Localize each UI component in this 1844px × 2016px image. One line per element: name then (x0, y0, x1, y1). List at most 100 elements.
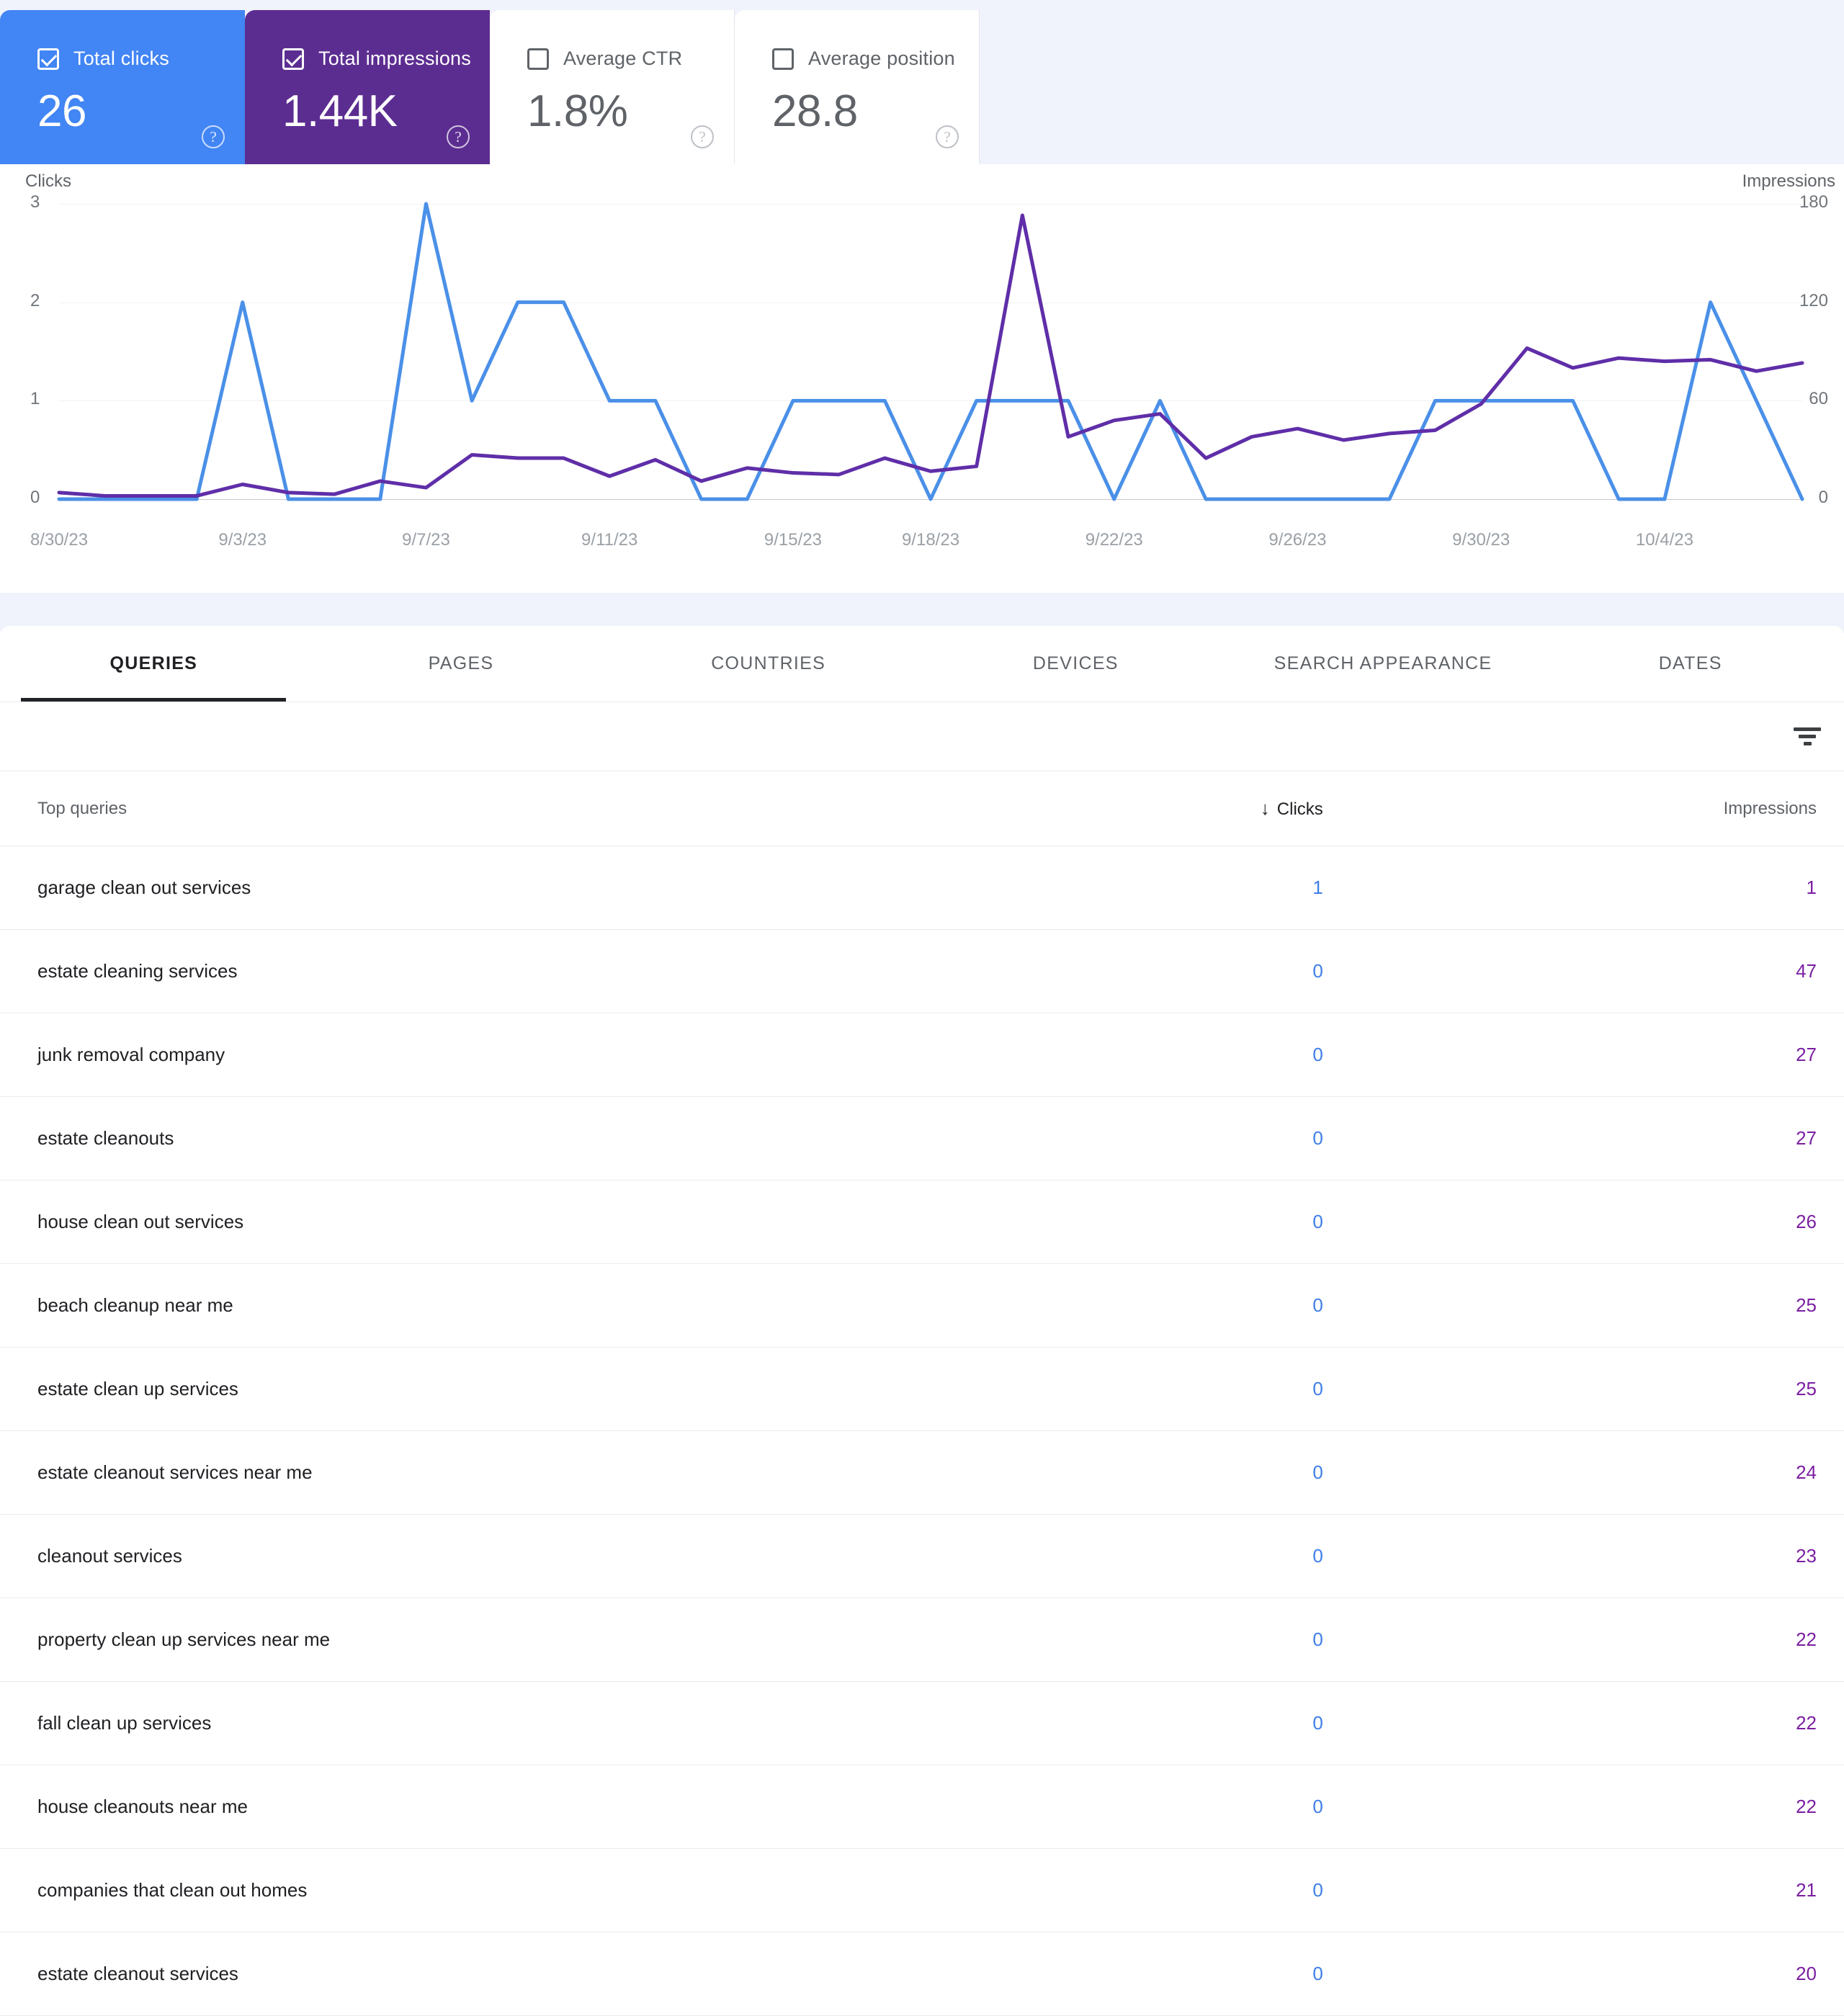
metric-checkbox-clicks[interactable] (37, 48, 59, 70)
query-cell: house cleanouts near me (0, 1765, 835, 1849)
impressions-cell: 47 (1539, 929, 1844, 1013)
tab-label: QUERIES (109, 653, 198, 673)
query-cell: estate clean up services (0, 1347, 835, 1431)
clicks-cell: 0 (834, 929, 1539, 1013)
table-row[interactable]: estate cleanout services near me 0 24 (0, 1430, 1844, 1515)
tab-label: PAGES (428, 653, 494, 673)
table-row[interactable]: estate cleanout services 0 20 (0, 1932, 1844, 2016)
impressions-cell: 22 (1539, 1681, 1844, 1765)
impressions-cell: 27 (1539, 1096, 1844, 1181)
tab-label: SEARCH APPEARANCE (1274, 653, 1492, 673)
clicks-cell: 0 (834, 1430, 1539, 1515)
table-row[interactable]: companies that clean out homes 0 21 (0, 1848, 1844, 1932)
filter-icon[interactable] (1791, 720, 1824, 753)
tab-devices[interactable]: DEVICES (922, 626, 1230, 702)
clicks-cell: 0 (834, 1514, 1539, 1598)
impressions-cell: 25 (1539, 1263, 1844, 1348)
query-cell: junk removal company (0, 1013, 835, 1097)
help-icon-clicks[interactable]: ? (202, 125, 225, 148)
metric-card-top: Total clicks (37, 48, 245, 70)
clicks-cell: 0 (834, 1347, 1539, 1431)
clicks-cell: 0 (834, 1765, 1539, 1849)
column-header-top-queries[interactable]: Top queries (0, 771, 835, 846)
query-cell: fall clean up services (0, 1681, 835, 1765)
sort-descending-icon: ↓ (1260, 797, 1270, 819)
table-header-row: Top queries ↓ Clicks Impressions (0, 771, 1844, 846)
query-cell: estate cleaning services (0, 929, 835, 1013)
tab-label: DEVICES (1032, 653, 1119, 673)
tab-dates[interactable]: DATES (1536, 626, 1844, 702)
help-icon-position[interactable]: ? (936, 125, 959, 148)
metric-card-clicks[interactable]: Total clicks 26? (0, 10, 245, 164)
tab-pages[interactable]: PAGES (308, 626, 615, 702)
clicks-cell: 0 (834, 1848, 1539, 1932)
metric-cards: Total clicks 26? Total impressions 1.44K? Av… (0, 10, 1844, 164)
clicks-cell: 0 (834, 1013, 1539, 1097)
impressions-cell: 21 (1539, 1848, 1844, 1932)
dimension-table-panel: QUERIES PAGES COUNTRIES DEVICES SEARCH APPEA… (0, 626, 1844, 2016)
table-row[interactable]: house clean out services 0 26 (0, 1180, 1844, 1264)
performance-chart[interactable]: Clicks Impressions 0 1 2 3 0 60 120 180 8/30/23 9… (0, 164, 1844, 564)
query-cell: beach cleanup near me (0, 1263, 835, 1348)
tab-queries[interactable]: QUERIES (0, 626, 308, 702)
tab-label: COUNTRIES (711, 653, 826, 673)
query-cell: cleanout services (0, 1514, 835, 1598)
section-divider (0, 593, 1844, 626)
table-head: Top queries ↓ Clicks Impressions (0, 771, 1844, 846)
metric-checkbox-position[interactable] (772, 48, 794, 70)
table-row[interactable]: estate clean up services 0 25 (0, 1347, 1844, 1431)
query-cell: companies that clean out homes (0, 1848, 835, 1932)
impressions-cell: 1 (1539, 846, 1844, 930)
help-icon-impressions[interactable]: ? (447, 125, 470, 148)
impressions-cell: 24 (1539, 1430, 1844, 1515)
clicks-cell: 0 (834, 1263, 1539, 1348)
clicks-cell: 0 (834, 1598, 1539, 1682)
tab-countries[interactable]: COUNTRIES (614, 626, 922, 702)
metric-card-top: Total impressions (282, 48, 490, 70)
table-row[interactable]: fall clean up services 0 22 (0, 1681, 1844, 1765)
chart-line-clicks (57, 202, 1804, 501)
performance-report-page: Total clicks 26? Total impressions 1.44K? Av… (0, 0, 1844, 2016)
query-cell: house clean out services (0, 1180, 835, 1264)
impressions-cell: 23 (1539, 1514, 1844, 1598)
query-cell: estate cleanouts (0, 1096, 835, 1181)
metric-card-ctr[interactable]: Average CTR 1.8%? (490, 10, 735, 164)
help-icon-ctr[interactable]: ? (691, 125, 714, 148)
impressions-cell: 22 (1539, 1765, 1844, 1849)
table-row[interactable]: cleanout services 0 23 (0, 1514, 1844, 1598)
clicks-cell: 0 (834, 1681, 1539, 1765)
impressions-cell: 22 (1539, 1598, 1844, 1682)
table-row[interactable]: house cleanouts near me 0 22 (0, 1765, 1844, 1849)
table-row[interactable]: estate cleaning services 0 47 (0, 929, 1844, 1013)
impressions-cell: 20 (1539, 1932, 1844, 2016)
impressions-cell: 26 (1539, 1180, 1844, 1264)
query-cell: estate cleanout services (0, 1932, 835, 2016)
table-row[interactable]: garage clean out services 1 1 (0, 846, 1844, 930)
table-row[interactable]: property clean up services near me 0 22 (0, 1598, 1844, 1682)
tab-search-appearance[interactable]: SEARCH APPEARANCE (1230, 626, 1537, 702)
chart-line-impressions (57, 213, 1804, 498)
dimension-tabs: QUERIES PAGES COUNTRIES DEVICES SEARCH APPEA… (0, 626, 1844, 702)
metric-card-top: Average CTR (527, 48, 734, 70)
column-header-clicks-label: Clicks (1276, 799, 1323, 819)
table-row[interactable]: junk removal company 0 27 (0, 1013, 1844, 1097)
metric-card-impressions[interactable]: Total impressions 1.44K? (245, 10, 490, 164)
metric-label-ctr: Average CTR (563, 48, 683, 69)
query-cell: garage clean out services (0, 846, 835, 930)
metric-checkbox-impressions[interactable] (282, 48, 304, 70)
table-row[interactable]: beach cleanup near me 0 25 (0, 1263, 1844, 1348)
column-header-impressions[interactable]: Impressions (1539, 771, 1844, 846)
clicks-cell: 1 (834, 846, 1539, 930)
table-body: garage clean out services 1 1 estate cleani… (0, 846, 1844, 2016)
metric-label-position: Average position (808, 48, 955, 69)
table-row[interactable]: estate cleanouts 0 27 (0, 1096, 1844, 1181)
metric-label-impressions: Total impressions (318, 48, 471, 69)
metric-checkbox-ctr[interactable] (527, 48, 549, 70)
clicks-cell: 0 (834, 1932, 1539, 2016)
metric-card-position[interactable]: Average position 28.8? (735, 10, 980, 164)
performance-chart-panel: Clicks Impressions 0 1 2 3 0 60 120 180 8/30/23 9… (0, 164, 1844, 593)
column-header-clicks[interactable]: ↓ Clicks (834, 771, 1539, 846)
impressions-cell: 27 (1539, 1013, 1844, 1097)
tab-label: DATES (1658, 653, 1722, 673)
metric-cards-section: Total clicks 26? Total impressions 1.44K? Av… (0, 0, 1844, 164)
